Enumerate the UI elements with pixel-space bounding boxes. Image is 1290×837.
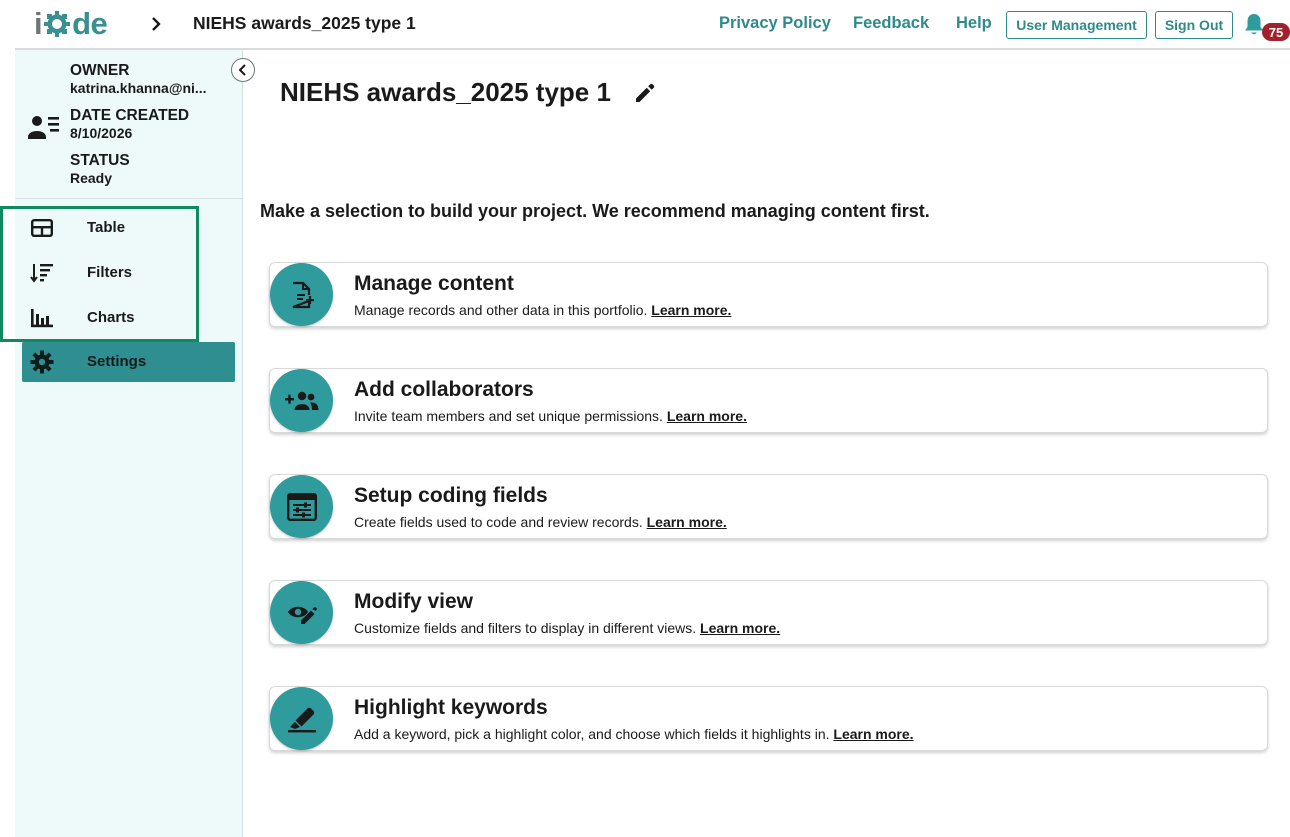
sidebar-item-filters[interactable]: Filters [22,253,235,293]
learn-more-link[interactable]: Learn more. [833,726,913,742]
sidebar-item-label: Filters [87,264,133,281]
project-sidebar: OWNER katrina.khanna@ni... DATE CREATED … [15,50,255,837]
card-title: Manage content [354,272,514,295]
bar-chart-icon [30,307,54,329]
document-add-icon [270,263,333,326]
sidebar-item-label: Settings [87,353,147,370]
sidebar-divider [15,198,243,199]
card-title: Setup coding fields [354,484,548,507]
learn-more-link[interactable]: Learn more. [651,302,731,318]
contact-card-icon [28,113,60,141]
privacy-policy-link[interactable]: Privacy Policy [719,14,831,33]
setup-coding-fields-card[interactable]: Setup coding fields Create fields used t… [269,474,1268,539]
add-collaborators-card[interactable]: Add collaborators Invite team members an… [269,368,1268,433]
sidebar-item-settings[interactable]: Settings [22,342,235,382]
edit-title-pencil-icon[interactable] [633,81,657,105]
page-title: NIEHS awards_2025 type 1 [280,77,611,107]
date-created-label: DATE CREATED [70,107,190,124]
icode-logo[interactable]: i de [34,6,108,42]
status-value: Ready [70,170,113,186]
sidebar-item-table[interactable]: Table [22,208,235,248]
gear-o-logo-icon [43,10,71,38]
date-created-value: 8/10/2026 [70,125,133,141]
status-label: STATUS [70,152,130,169]
highlight-keywords-card[interactable]: Highlight keywords Add a keyword, pick a… [269,686,1268,751]
notification-count-badge: 75 [1262,23,1290,41]
sign-out-button[interactable]: Sign Out [1155,11,1233,39]
card-description: Customize fields and filters to display … [354,620,781,636]
sidebar-item-label: Charts [87,309,135,326]
help-link[interactable]: Help [956,14,992,33]
collapse-sidebar-button[interactable] [231,58,255,82]
table-icon [30,217,54,239]
breadcrumb-project-title: NIEHS awards_2025 type 1 [193,13,416,33]
top-bar: i de NIEHS awards_2025 type 1 Privacy Pol… [0,0,1290,50]
learn-more-link[interactable]: Learn more. [700,620,780,636]
sidebar-item-charts[interactable]: Charts [22,298,235,338]
owner-value: katrina.khanna@ni... [70,80,207,96]
user-management-button[interactable]: User Management [1006,11,1147,39]
highlighter-icon [270,687,333,750]
add-group-icon [270,369,333,432]
settings-window-icon [270,475,333,538]
intro-text: Make a selection to build your project. … [260,201,930,221]
owner-label: OWNER [70,62,130,79]
learn-more-link[interactable]: Learn more. [667,408,747,424]
card-title: Modify view [354,590,474,613]
card-description: Invite team members and set unique permi… [354,408,747,424]
sidebar-item-label: Table [87,219,126,236]
eye-pencil-icon [270,581,333,644]
chevron-left-icon [238,64,246,76]
manage-content-card[interactable]: Manage content Manage records and other … [269,262,1268,327]
card-description: Create fields used to code and review re… [354,514,727,530]
modify-view-card[interactable]: Modify view Customize fields and filters… [269,580,1268,645]
card-description: Add a keyword, pick a highlight color, a… [354,726,914,742]
card-title: Add collaborators [354,378,534,401]
card-title: Highlight keywords [354,696,548,719]
breadcrumb-chevron-icon [146,12,166,36]
filter-sort-icon [30,262,54,284]
learn-more-link[interactable]: Learn more. [647,514,727,530]
gear-icon [30,350,54,374]
feedback-link[interactable]: Feedback [853,14,929,33]
card-description: Manage records and other data in this po… [354,302,732,318]
